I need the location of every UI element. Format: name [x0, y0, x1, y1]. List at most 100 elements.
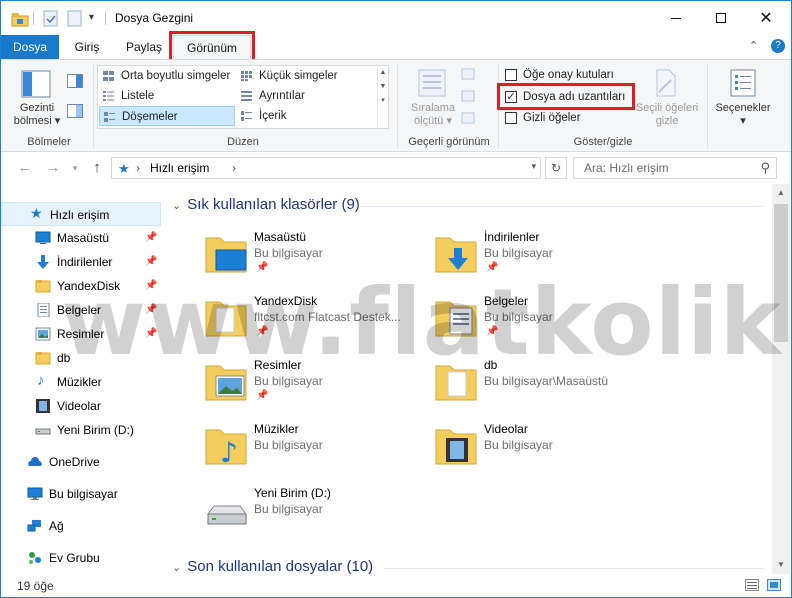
details-pane-icon[interactable]: [67, 104, 83, 118]
breadcrumb-quick-access[interactable]: Hızlı erişim: [150, 161, 209, 175]
group-by-icon[interactable]: [461, 68, 475, 80]
section-divider: [359, 206, 764, 207]
layout-content[interactable]: İçerik: [237, 106, 286, 126]
address-box[interactable]: ★ › Hızlı erişim › ▾: [111, 157, 541, 179]
search-input[interactable]: Ara: Hızlı erişim ⚲: [573, 157, 777, 179]
forward-button[interactable]: →: [43, 158, 63, 178]
tab-view[interactable]: Görünüm: [173, 35, 251, 60]
gallery-down-icon[interactable]: ▼: [378, 80, 388, 94]
current-view-group-label: Geçerli görünüm: [408, 136, 490, 148]
hidden-items-label: Gizli öğeler: [523, 112, 581, 124]
nav-item-label: Hızlı erişim: [50, 208, 110, 222]
up-button[interactable]: ↑: [87, 158, 107, 178]
gallery-more-icon[interactable]: ▾: [378, 94, 388, 108]
hidden-items-checkbox[interactable]: Gizli öğeler: [503, 109, 581, 127]
nav-item-onedrive[interactable]: OneDrive: [1, 450, 161, 474]
options-button[interactable]: Seçenekler ▾: [711, 102, 775, 128]
folder-tile-videos[interactable]: Videolar Bu bilgisayar: [432, 420, 652, 476]
tab-file[interactable]: Dosya: [1, 35, 59, 59]
nav-pane-label-line2: bölmesi ▾: [13, 115, 61, 127]
navigation-pane: ★ Hızlı erişim Masaüstü 📌 İndirilenler 📌…: [1, 184, 163, 574]
small-icons-icon: [241, 71, 252, 81]
layout-medium-icons[interactable]: Orta boyutlu simgeler: [99, 66, 230, 86]
layout-details[interactable]: Ayrıntılar: [237, 86, 305, 106]
tile-location: Bu bilgisayar: [254, 246, 323, 260]
nav-item-homegroup[interactable]: Ev Grubu: [1, 546, 161, 570]
breadcrumb-chevron-icon[interactable]: ›: [232, 161, 236, 175]
details-icon: [241, 91, 252, 101]
hide-selected-icon[interactable]: [653, 68, 679, 98]
layout-tiles[interactable]: Döşemeler: [99, 106, 235, 126]
nav-item-label: Videolar: [57, 399, 101, 413]
close-button[interactable]: ✕: [743, 1, 789, 35]
folder-tile-music[interactable]: ♪ Müzikler Bu bilgisayar: [202, 420, 422, 476]
search-icon[interactable]: ⚲: [760, 160, 770, 176]
frequent-folders-header[interactable]: ⌄ Sık kullanılan klasörler (9): [172, 196, 360, 213]
nav-item-quick-access[interactable]: ★ Hızlı erişim: [1, 202, 161, 226]
maximize-button[interactable]: [698, 1, 744, 35]
nav-item-network[interactable]: Ağ: [1, 514, 161, 538]
collapse-ribbon-icon[interactable]: ⌃: [749, 39, 758, 52]
hidden-items-box[interactable]: [505, 112, 517, 124]
help-icon[interactable]: ?: [771, 39, 785, 53]
recent-locations-button[interactable]: ▾: [65, 158, 85, 178]
collapse-chevron-icon[interactable]: ⌄: [172, 200, 181, 212]
sort-by-icon[interactable]: [417, 68, 447, 98]
layout-tiles-label: Döşemeler: [122, 111, 178, 123]
item-checkboxes-checkbox[interactable]: Öğe onay kutuları: [503, 66, 614, 84]
options-dropdown-icon: ▾: [740, 115, 746, 127]
navigation-pane-icon[interactable]: [21, 70, 51, 98]
large-icons-view-icon[interactable]: [767, 579, 781, 591]
address-dropdown-icon[interactable]: ▾: [531, 161, 536, 172]
file-list-pane: ⌄ Sık kullanılan klasörler (9) Masaüstü B…: [164, 184, 772, 574]
desktop-icon: [35, 231, 51, 244]
size-columns-icon[interactable]: [461, 112, 475, 124]
recent-files-header[interactable]: ⌄ Son kullanılan dosyalar (10): [172, 558, 373, 574]
hide-selected-button[interactable]: Seçili öğeleri gizle: [631, 102, 703, 128]
network-icon: [27, 520, 41, 532]
layout-content-label: İçerik: [259, 110, 287, 122]
layout-gallery-scroll[interactable]: ▲ ▼ ▾: [377, 66, 388, 128]
music-icon: ♪: [37, 372, 45, 389]
properties-icon[interactable]: [43, 10, 59, 28]
nav-item-this-pc[interactable]: Bu bilgisayar: [1, 482, 161, 506]
vertical-scrollbar[interactable]: ▲ ▼: [772, 184, 790, 574]
nav-item-videos[interactable]: Videolar: [1, 394, 161, 418]
tab-home[interactable]: Giriş: [61, 35, 113, 59]
nav-item-desktop[interactable]: Masaüstü 📌: [1, 226, 161, 250]
minimize-button[interactable]: [653, 1, 699, 35]
qat-dropdown-icon[interactable]: ▾: [89, 12, 94, 30]
preview-pane-icon[interactable]: [67, 74, 83, 88]
tile-name: İndirilenler: [484, 230, 540, 244]
pin-icon[interactable]: 📌: [145, 226, 157, 250]
scroll-up-icon[interactable]: ▲: [772, 184, 790, 202]
item-checkboxes-box[interactable]: [505, 69, 517, 81]
nav-pane-label[interactable]: Gezinti bölmesi ▾: [11, 102, 63, 128]
collapse-chevron-icon[interactable]: ⌄: [172, 562, 181, 574]
tile-location: Bu bilgisayar: [254, 374, 323, 388]
pictures-icon: [35, 327, 51, 341]
gallery-up-icon[interactable]: ▲: [378, 66, 388, 80]
title-bar: ▾ Dosya Gezgini ✕: [1, 1, 791, 35]
layout-small-icons[interactable]: Küçük simgeler: [237, 66, 338, 86]
nav-item-label: Bu bilgisayar: [49, 487, 118, 501]
options-icon[interactable]: [729, 68, 757, 98]
explorer-window: ▾ Dosya Gezgini ✕ Dosya Giriş Paylaş Gör…: [0, 0, 792, 598]
tile-location: Bu bilgisayar\Masaüstü: [484, 374, 609, 388]
back-button[interactable]: ←: [15, 158, 35, 178]
tab-share[interactable]: Paylaş: [119, 35, 169, 59]
breadcrumb-chevron-icon[interactable]: ›: [136, 161, 140, 175]
file-extensions-box[interactable]: ✓: [505, 91, 517, 103]
drive-tile-d[interactable]: Yeni Birim (D:) Bu bilgisayar: [202, 484, 422, 540]
sort-by-button[interactable]: Sıralama ölçütü ▾: [405, 102, 461, 128]
nav-item-label: Ev Grubu: [49, 551, 100, 565]
nav-item-drive-d[interactable]: Yeni Birim (D:): [1, 418, 161, 442]
file-extensions-checkbox[interactable]: ✓ Dosya adı uzantıları: [503, 88, 625, 106]
scroll-down-icon[interactable]: ▼: [772, 556, 790, 574]
details-view-icon[interactable]: [745, 579, 759, 591]
refresh-button[interactable]: ↻: [545, 157, 567, 179]
layout-list[interactable]: Listele: [99, 86, 154, 106]
hide-selected-label-1: Seçili öğeleri: [635, 102, 699, 114]
add-columns-icon[interactable]: [461, 90, 475, 102]
new-folder-icon[interactable]: [67, 10, 83, 28]
